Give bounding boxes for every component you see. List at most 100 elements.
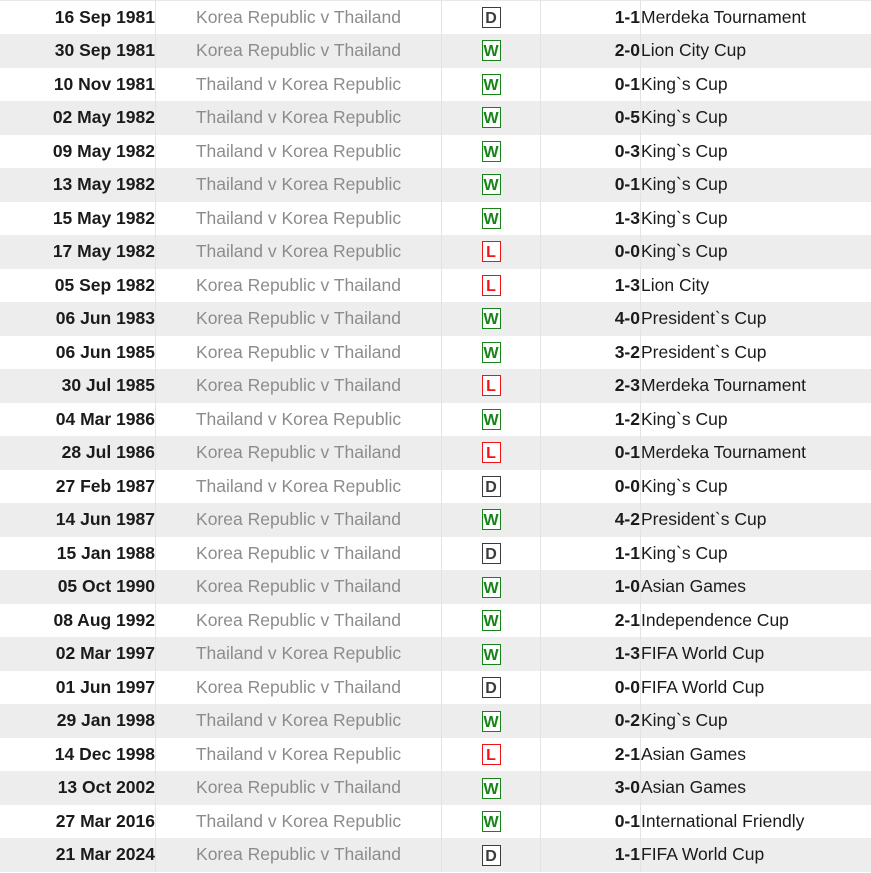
- match-teams[interactable]: Thailand v Korea Republic: [155, 201, 442, 236]
- table-row[interactable]: 04 Mar 1986 Thailand v Korea Republic W 1-2…: [0, 402, 871, 437]
- result-cell: W: [441, 637, 541, 671]
- match-score: 0-1: [540, 168, 641, 202]
- match-teams[interactable]: Korea Republic v Thailand: [155, 670, 442, 705]
- competition-name[interactable]: FIFA World Cup: [641, 637, 871, 671]
- table-row[interactable]: 10 Nov 1981 Thailand v Korea Republic W 0-1…: [0, 67, 871, 102]
- table-row[interactable]: 02 Mar 1997 Thailand v Korea Republic W 1-3…: [0, 637, 871, 671]
- match-teams[interactable]: Thailand v Korea Republic: [155, 101, 442, 135]
- competition-name[interactable]: Merdeka Tournament: [641, 1, 871, 35]
- table-row[interactable]: 27 Feb 1987 Thailand v Korea Republic D 0-0…: [0, 469, 871, 504]
- competition-name[interactable]: Independence Cup: [641, 604, 871, 638]
- competition-name[interactable]: President`s Cup: [641, 503, 871, 537]
- competition-name[interactable]: President`s Cup: [641, 336, 871, 370]
- table-row[interactable]: 09 May 1982 Thailand v Korea Republic W 0-3…: [0, 134, 871, 169]
- match-score: 0-0: [540, 469, 641, 504]
- match-teams[interactable]: Thailand v Korea Republic: [155, 134, 442, 169]
- table-row[interactable]: 15 May 1982 Thailand v Korea Republic W 1-3…: [0, 201, 871, 236]
- competition-name[interactable]: King`s Cup: [641, 202, 871, 236]
- match-teams[interactable]: Thailand v Korea Republic: [155, 235, 442, 269]
- match-date: 06 Jun 1985: [0, 335, 156, 370]
- match-teams[interactable]: Korea Republic v Thailand: [155, 771, 442, 805]
- competition-name[interactable]: King`s Cup: [641, 403, 871, 437]
- competition-name[interactable]: King`s Cup: [641, 537, 871, 571]
- competition-name[interactable]: Lion City: [641, 269, 871, 303]
- table-row[interactable]: 30 Jul 1985 Korea Republic v Thailand L 2-3…: [0, 369, 871, 403]
- competition-name[interactable]: FIFA World Cup: [641, 671, 871, 705]
- competition-name[interactable]: King`s Cup: [641, 68, 871, 102]
- result-cell: D: [441, 838, 541, 872]
- table-row[interactable]: 08 Aug 1992 Korea Republic v Thailand W 2-1…: [0, 603, 871, 638]
- competition-name[interactable]: King`s Cup: [641, 470, 871, 504]
- table-row[interactable]: 14 Jun 1987 Korea Republic v Thailand W 4-2…: [0, 503, 871, 537]
- table-row[interactable]: 21 Mar 2024 Korea Republic v Thailand D 1-1…: [0, 838, 871, 872]
- result-badge-w: W: [481, 207, 501, 229]
- match-teams[interactable]: Thailand v Korea Republic: [155, 402, 442, 437]
- table-row[interactable]: 16 Sep 1981 Korea Republic v Thailand D 1-1…: [0, 0, 871, 35]
- table-row[interactable]: 02 May 1982 Thailand v Korea Republic W 0-5…: [0, 101, 871, 135]
- competition-name[interactable]: President`s Cup: [641, 302, 871, 336]
- match-date: 06 Jun 1983: [0, 302, 156, 336]
- match-teams[interactable]: Korea Republic v Thailand: [155, 369, 442, 403]
- table-row[interactable]: 06 Jun 1985 Korea Republic v Thailand W 3-2…: [0, 335, 871, 370]
- match-teams[interactable]: Thailand v Korea Republic: [155, 804, 442, 839]
- result-badge-d: D: [481, 475, 501, 497]
- match-teams[interactable]: Thailand v Korea Republic: [155, 67, 442, 102]
- match-score: 0-2: [540, 704, 641, 738]
- match-date: 04 Mar 1986: [0, 402, 156, 437]
- competition-name[interactable]: King`s Cup: [641, 135, 871, 169]
- match-teams[interactable]: Thailand v Korea Republic: [155, 637, 442, 671]
- match-teams[interactable]: Korea Republic v Thailand: [155, 536, 442, 571]
- match-score: 2-3: [540, 369, 641, 403]
- competition-name[interactable]: Merdeka Tournament: [641, 436, 871, 470]
- table-row[interactable]: 13 May 1982 Thailand v Korea Republic W 0-1…: [0, 168, 871, 202]
- table-row[interactable]: 13 Oct 2002 Korea Republic v Thailand W 3-0…: [0, 771, 871, 805]
- match-teams[interactable]: Korea Republic v Thailand: [155, 34, 442, 68]
- table-row[interactable]: 29 Jan 1998 Thailand v Korea Republic W 0-2…: [0, 704, 871, 738]
- match-teams[interactable]: Korea Republic v Thailand: [155, 268, 442, 303]
- table-row[interactable]: 14 Dec 1998 Thailand v Korea Republic L 2-1…: [0, 737, 871, 772]
- table-row[interactable]: 01 Jun 1997 Korea Republic v Thailand D 0-0…: [0, 670, 871, 705]
- match-teams[interactable]: Korea Republic v Thailand: [155, 0, 442, 35]
- match-teams[interactable]: Korea Republic v Thailand: [155, 302, 442, 336]
- match-date: 01 Jun 1997: [0, 670, 156, 705]
- result-cell: W: [441, 302, 541, 336]
- competition-name[interactable]: King`s Cup: [641, 168, 871, 202]
- competition-name[interactable]: Asian Games: [641, 738, 871, 772]
- match-teams[interactable]: Korea Republic v Thailand: [155, 570, 442, 604]
- table-row[interactable]: 30 Sep 1981 Korea Republic v Thailand W 2-0…: [0, 34, 871, 68]
- match-teams[interactable]: Korea Republic v Thailand: [155, 436, 442, 470]
- competition-name[interactable]: King`s Cup: [641, 704, 871, 738]
- match-teams[interactable]: Thailand v Korea Republic: [155, 469, 442, 504]
- table-row[interactable]: 06 Jun 1983 Korea Republic v Thailand W 4-0…: [0, 302, 871, 336]
- result-cell: W: [441, 67, 541, 102]
- table-row[interactable]: 05 Oct 1990 Korea Republic v Thailand W 1-0…: [0, 570, 871, 604]
- result-badge-w: W: [481, 777, 501, 799]
- competition-name[interactable]: King`s Cup: [641, 235, 871, 269]
- match-teams[interactable]: Thailand v Korea Republic: [155, 168, 442, 202]
- match-date: 05 Sep 1982: [0, 268, 156, 303]
- table-row[interactable]: 27 Mar 2016 Thailand v Korea Republic W 0-1…: [0, 804, 871, 839]
- competition-name[interactable]: Merdeka Tournament: [641, 369, 871, 403]
- result-cell: L: [441, 268, 541, 303]
- match-teams[interactable]: Korea Republic v Thailand: [155, 603, 442, 638]
- competition-name[interactable]: King`s Cup: [641, 101, 871, 135]
- competition-name[interactable]: International Friendly: [641, 805, 871, 839]
- match-date: 14 Dec 1998: [0, 737, 156, 772]
- table-row[interactable]: 28 Jul 1986 Korea Republic v Thailand L 0-1…: [0, 436, 871, 470]
- result-badge-l: L: [481, 442, 501, 464]
- match-teams[interactable]: Thailand v Korea Republic: [155, 704, 442, 738]
- match-teams[interactable]: Korea Republic v Thailand: [155, 838, 442, 872]
- competition-name[interactable]: Asian Games: [641, 771, 871, 805]
- competition-name[interactable]: FIFA World Cup: [641, 838, 871, 872]
- match-teams[interactable]: Korea Republic v Thailand: [155, 335, 442, 370]
- match-teams[interactable]: Thailand v Korea Republic: [155, 737, 442, 772]
- table-row[interactable]: 15 Jan 1988 Korea Republic v Thailand D 1-1…: [0, 536, 871, 571]
- match-score: 1-1: [540, 838, 641, 872]
- match-date: 10 Nov 1981: [0, 67, 156, 102]
- result-badge-w: W: [481, 610, 501, 632]
- match-teams[interactable]: Korea Republic v Thailand: [155, 503, 442, 537]
- table-row[interactable]: 05 Sep 1982 Korea Republic v Thailand L 1-3…: [0, 268, 871, 303]
- table-row[interactable]: 17 May 1982 Thailand v Korea Republic L 0-0…: [0, 235, 871, 269]
- competition-name[interactable]: Lion City Cup: [641, 34, 871, 68]
- competition-name[interactable]: Asian Games: [641, 570, 871, 604]
